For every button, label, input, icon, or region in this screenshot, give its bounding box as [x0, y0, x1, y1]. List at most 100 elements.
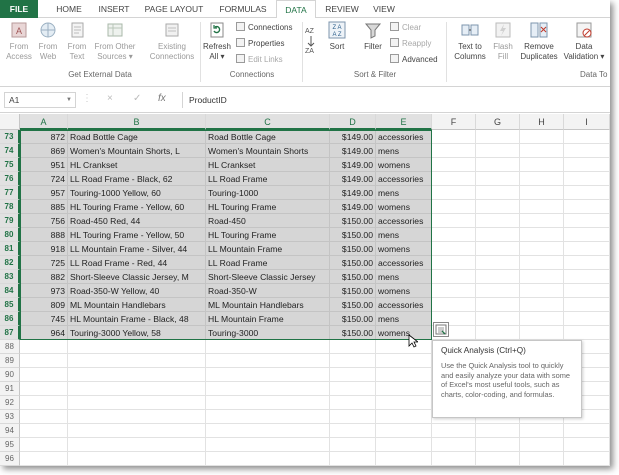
row-header[interactable]: 92 — [0, 396, 20, 410]
cell-b[interactable]: HL Mountain Frame - Black, 48 — [68, 312, 206, 326]
advanced-filter-button[interactable]: Advanced — [390, 54, 438, 65]
cell-b[interactable]: HL Touring Frame - Yellow, 50 — [68, 228, 206, 242]
cell-empty[interactable] — [206, 438, 330, 452]
from-web-button[interactable]: From Web — [34, 20, 62, 62]
row-header[interactable]: 87 — [0, 326, 20, 340]
cell-e[interactable]: womens — [376, 242, 432, 256]
row-header[interactable]: 84 — [0, 284, 20, 298]
cell-e[interactable]: accessories — [376, 214, 432, 228]
cell-empty[interactable] — [564, 228, 610, 242]
cell-b[interactable]: LL Road Frame - Black, 62 — [68, 172, 206, 186]
cell-c[interactable]: LL Road Frame — [206, 256, 330, 270]
cell-c[interactable]: HL Mountain Frame — [206, 312, 330, 326]
cell-empty[interactable] — [206, 396, 330, 410]
cell-empty[interactable] — [520, 242, 564, 256]
cell-b[interactable]: Women's Mountain Shorts, L — [68, 144, 206, 158]
cell-b[interactable]: HL Crankset — [68, 158, 206, 172]
row-header[interactable]: 95 — [0, 438, 20, 452]
cell-c[interactable]: HL Crankset — [206, 158, 330, 172]
tab-home[interactable]: HOME — [52, 0, 86, 18]
cell-c[interactable]: LL Mountain Frame — [206, 242, 330, 256]
cell-empty[interactable] — [476, 326, 520, 340]
cell-empty[interactable] — [564, 312, 610, 326]
cell-empty[interactable] — [376, 354, 432, 368]
cell-empty[interactable] — [476, 452, 520, 466]
cell-e[interactable]: mens — [376, 270, 432, 284]
cell-c[interactable]: Women's Mountain Shorts — [206, 144, 330, 158]
cell-empty[interactable] — [564, 158, 610, 172]
cell-empty[interactable] — [520, 452, 564, 466]
cell-empty[interactable] — [520, 270, 564, 284]
cell-empty[interactable] — [564, 284, 610, 298]
row-header[interactable]: 96 — [0, 452, 20, 466]
cell-a[interactable]: 756 — [20, 214, 68, 228]
cell-empty[interactable] — [476, 256, 520, 270]
cell-empty[interactable] — [432, 200, 476, 214]
clear-filter-button[interactable]: Clear — [390, 22, 421, 33]
data-validation-button[interactable]: Data Validation ▾ — [562, 20, 606, 62]
cell-empty[interactable] — [476, 214, 520, 228]
cell-empty[interactable] — [68, 368, 206, 382]
cell-empty[interactable] — [476, 228, 520, 242]
cell-empty[interactable] — [432, 130, 476, 144]
edit-links-button[interactable]: Edit Links — [236, 54, 283, 65]
cell-empty[interactable] — [476, 438, 520, 452]
from-text-button[interactable]: From Text — [63, 20, 91, 62]
cell-empty[interactable] — [432, 438, 476, 452]
row-header[interactable]: 91 — [0, 382, 20, 396]
cell-empty[interactable] — [20, 438, 68, 452]
cell-empty[interactable] — [376, 396, 432, 410]
row-header[interactable]: 73 — [0, 130, 20, 144]
column-header-a[interactable]: A — [20, 114, 68, 130]
cell-a[interactable]: 809 — [20, 298, 68, 312]
cell-empty[interactable] — [20, 340, 68, 354]
cell-empty[interactable] — [564, 144, 610, 158]
cell-empty[interactable] — [564, 298, 610, 312]
cell-empty[interactable] — [376, 452, 432, 466]
column-header-d[interactable]: D — [330, 114, 376, 130]
cell-d[interactable]: $149.00 — [330, 172, 376, 186]
cell-c[interactable]: HL Touring Frame — [206, 228, 330, 242]
quick-analysis-button[interactable] — [433, 322, 449, 337]
row-header[interactable]: 74 — [0, 144, 20, 158]
cell-a[interactable]: 724 — [20, 172, 68, 186]
column-header-e[interactable]: E — [376, 114, 432, 130]
cell-empty[interactable] — [432, 214, 476, 228]
cell-e[interactable]: womens — [376, 284, 432, 298]
cell-empty[interactable] — [520, 200, 564, 214]
row-header[interactable]: 79 — [0, 214, 20, 228]
cell-empty[interactable] — [476, 312, 520, 326]
cell-empty[interactable] — [330, 354, 376, 368]
row-header[interactable]: 88 — [0, 340, 20, 354]
row-header[interactable]: 76 — [0, 172, 20, 186]
cell-e[interactable]: mens — [376, 144, 432, 158]
cell-a[interactable]: 725 — [20, 256, 68, 270]
cell-c[interactable]: Road Bottle Cage — [206, 130, 330, 144]
cell-b[interactable]: ML Mountain Handlebars — [68, 298, 206, 312]
column-header-h[interactable]: H — [520, 114, 564, 130]
cell-empty[interactable] — [476, 130, 520, 144]
cell-empty[interactable] — [520, 284, 564, 298]
cell-e[interactable]: womens — [376, 326, 432, 340]
row-header[interactable]: 75 — [0, 158, 20, 172]
cell-empty[interactable] — [376, 368, 432, 382]
cell-d[interactable]: $149.00 — [330, 186, 376, 200]
cell-empty[interactable] — [68, 410, 206, 424]
row-header[interactable]: 77 — [0, 186, 20, 200]
cell-e[interactable]: accessories — [376, 172, 432, 186]
cell-empty[interactable] — [20, 452, 68, 466]
cell-empty[interactable] — [206, 368, 330, 382]
cell-empty[interactable] — [20, 396, 68, 410]
cell-empty[interactable] — [330, 340, 376, 354]
cell-empty[interactable] — [206, 410, 330, 424]
insert-function-icon[interactable]: fx — [158, 93, 166, 104]
cell-a[interactable]: 918 — [20, 242, 68, 256]
cell-empty[interactable] — [330, 452, 376, 466]
row-header[interactable]: 85 — [0, 298, 20, 312]
cell-empty[interactable] — [206, 452, 330, 466]
cell-empty[interactable] — [564, 256, 610, 270]
reapply-button[interactable]: Reapply — [390, 38, 431, 49]
row-header[interactable]: 83 — [0, 270, 20, 284]
cell-empty[interactable] — [206, 424, 330, 438]
sort-az-button[interactable]: AZ ZA — [304, 24, 318, 56]
